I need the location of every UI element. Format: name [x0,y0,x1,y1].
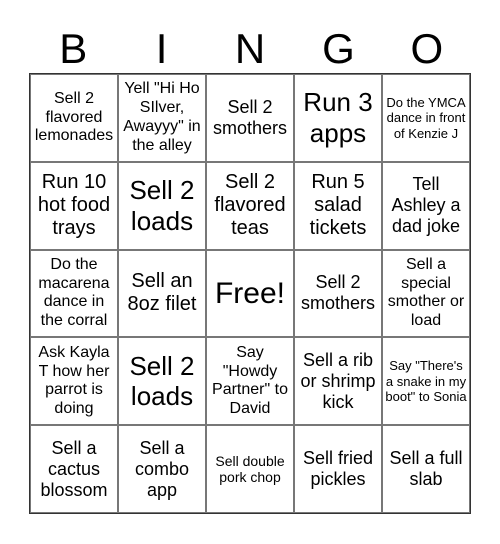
bingo-cell[interactable]: Sell a rib or shrimp kick [294,337,382,426]
bingo-cell[interactable]: Sell 2 smothers [294,249,382,338]
bingo-cell[interactable]: Do the macarena dance in the corral [30,249,118,338]
free-space-cell[interactable]: Free! [206,249,294,338]
header-letter-i: I [155,25,168,72]
bingo-cell[interactable]: Sell 2 loads [118,337,206,426]
bingo-cell[interactable]: Sell fried pickles [294,425,382,513]
bingo-cell[interactable]: Sell a special smother or load [382,249,470,338]
bingo-cell[interactable]: Sell double pork chop [206,425,294,513]
bingo-cell[interactable]: Sell 2 loads [118,161,206,250]
bingo-cell[interactable]: Do the YMCA dance in front of Kenzie J [382,74,470,162]
header-letter-o: O [410,25,444,72]
bingo-cell[interactable]: Sell 2 smothers [206,74,294,162]
bingo-cell[interactable]: Sell 2 flavored teas [206,161,294,250]
bingo-cell[interactable]: Tell Ashley a dad joke [382,161,470,250]
bingo-cell[interactable]: Sell a combo app [118,425,206,513]
bingo-header: B I N G O [29,24,471,74]
header-letter-n: N [234,25,266,72]
bingo-cell[interactable]: Say "There's a snake in my boot" to Soni… [382,337,470,426]
bingo-cell[interactable]: Run 3 apps [294,74,382,162]
bingo-cell[interactable]: Ask Kayla T how her parrot is doing [30,337,118,426]
bingo-cell[interactable]: Sell an 8oz filet [118,249,206,338]
bingo-cell[interactable]: Run 10 hot food trays [30,161,118,250]
bingo-cell[interactable]: Sell 2 flavored lemonades [30,74,118,162]
bingo-cell[interactable]: Run 5 salad tickets [294,161,382,250]
header-letter-g: G [322,25,355,72]
bingo-grid: Sell 2 flavored lemonades Yell "Hi Ho SI… [29,73,471,514]
bingo-cell[interactable]: Yell "Hi Ho SIlver, Awayyy" in the alley [118,74,206,162]
header-letter-b: B [59,25,88,72]
bingo-cell[interactable]: Say "Howdy Partner" to David [206,337,294,426]
bingo-cell[interactable]: Sell a cactus blossom [30,425,118,513]
bingo-cell[interactable]: Sell a full slab [382,425,470,513]
